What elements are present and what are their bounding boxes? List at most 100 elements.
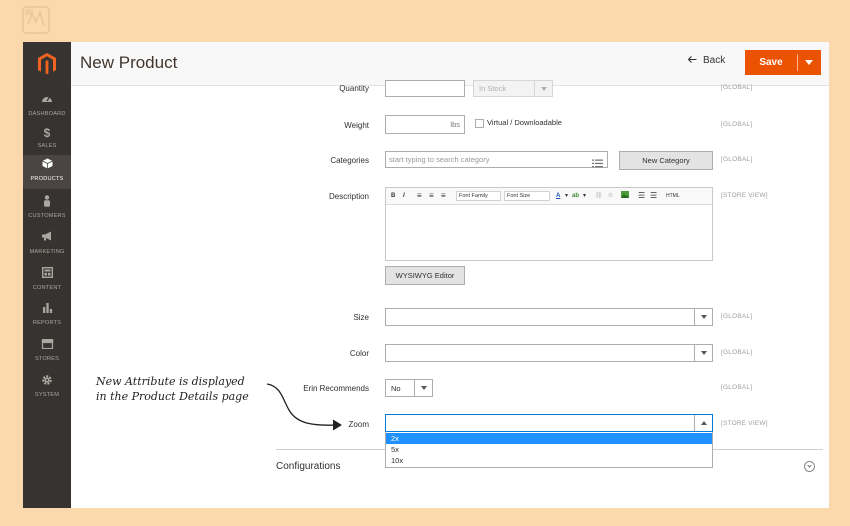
categories-label: Categories <box>330 156 369 165</box>
magento-logo-icon[interactable] <box>23 42 71 86</box>
align-left-icon[interactable]: ≡ <box>417 191 422 201</box>
sidebar-item-sales[interactable]: $ SALES <box>23 125 71 159</box>
unlink-icon[interactable]: ⊘ <box>608 191 613 201</box>
chevron-up-icon <box>694 415 712 431</box>
sidebar-item-label: CUSTOMERS <box>28 213 66 219</box>
arrow-left-icon <box>687 55 697 66</box>
scope-label: [STORE VIEW] <box>721 420 768 427</box>
bold-button[interactable]: B <box>391 191 395 201</box>
virtual-downloadable-checkbox[interactable] <box>475 119 484 128</box>
annotation-arrow-icon <box>265 380 355 439</box>
chevron-down-icon <box>414 380 432 396</box>
description-label: Description <box>328 192 369 201</box>
chevron-down-icon <box>534 81 552 96</box>
zoom-options-list: 2x 5x 10x <box>385 432 713 468</box>
gear-icon <box>23 374 71 391</box>
weight-input[interactable]: lbs <box>385 115 465 134</box>
person-icon <box>23 195 71 212</box>
chevron-down-icon <box>805 60 813 65</box>
dollar-icon: $ <box>43 126 51 140</box>
sidebar-item-label: SALES <box>37 143 57 149</box>
new-category-button[interactable]: New Category <box>619 151 713 170</box>
zoom-select-field[interactable] <box>385 414 713 432</box>
sidebar-item-label: REPORTS <box>32 320 62 326</box>
categories-placeholder: start typing to search category <box>389 155 490 164</box>
bar-chart-icon <box>23 302 71 319</box>
save-label: Save <box>759 57 783 68</box>
erin-recommends-value: No <box>391 384 401 393</box>
align-center-icon[interactable]: ≡ <box>429 191 434 201</box>
back-button[interactable]: Back <box>687 55 725 66</box>
quantity-input[interactable] <box>385 80 465 97</box>
chevron-down-icon: ▾ <box>583 193 587 199</box>
editor-toolbar: B I ≡ ≡ ≡ Font Family Font Size A ▾ ab ▾… <box>386 188 712 205</box>
page-title: New Product <box>80 53 178 72</box>
scope-label: [GLOBAL] <box>721 121 753 128</box>
sidebar-item-label: MARKETING <box>29 249 65 255</box>
categories-search-input[interactable]: start typing to search category <box>385 151 608 168</box>
numbered-list-icon[interactable]: ☰ <box>650 191 657 201</box>
font-size-select[interactable]: Font Size <box>504 191 550 201</box>
sidebar-item-label: CONTENT <box>32 285 62 291</box>
scope-label: [GLOBAL] <box>721 384 753 391</box>
cube-icon <box>23 158 71 175</box>
scope-label: [GLOBAL] <box>721 349 753 356</box>
size-label: Size <box>353 313 369 322</box>
zoom-option[interactable]: 10x <box>386 455 712 466</box>
list-icon <box>592 155 603 173</box>
size-select[interactable] <box>385 308 713 326</box>
weight-label: Weight <box>344 121 369 130</box>
megaphone-icon <box>23 231 71 248</box>
virtual-downloadable-label: Virtual / Downloadable <box>487 118 562 127</box>
color-label: Color <box>349 349 369 358</box>
store-icon <box>23 338 71 355</box>
weight-unit: lbs <box>450 120 460 129</box>
chevron-down-icon <box>694 309 712 325</box>
scope-label: [GLOBAL] <box>721 156 753 163</box>
color-select[interactable] <box>385 344 713 362</box>
align-right-icon[interactable]: ≡ <box>441 191 446 201</box>
zoom-option[interactable]: 5x <box>386 444 712 455</box>
font-family-select[interactable]: Font Family <box>456 191 501 201</box>
sidebar-item-customers[interactable]: CUSTOMERS <box>23 192 71 226</box>
zoom-option[interactable]: 2x <box>386 433 712 444</box>
zoom-select[interactable]: 2x 5x 10x <box>385 414 713 468</box>
sidebar-item-marketing[interactable]: MARKETING <box>23 228 71 262</box>
wysiwyg-editor-button[interactable]: WYSIWYG Editor <box>385 266 465 285</box>
configurations-section-title[interactable]: Configurations <box>276 461 340 472</box>
scope-label: [GLOBAL] <box>721 84 753 91</box>
link-icon[interactable]: ⛓ <box>595 191 603 201</box>
scope-label: [STORE VIEW] <box>721 192 768 199</box>
annotation-line: New Attribute is displayed <box>96 375 245 388</box>
site-logo-icon <box>22 6 50 34</box>
chevron-down-icon: ▾ <box>565 193 569 199</box>
sidebar-item-stores[interactable]: STORES <box>23 335 71 369</box>
layout-icon <box>23 267 71 284</box>
html-source-button[interactable]: HTML <box>666 191 680 201</box>
sidebar-item-content[interactable]: CONTENT <box>23 264 71 298</box>
sidebar-item-dashboard[interactable]: DASHBOARD <box>23 90 71 124</box>
stock-status-select[interactable]: In Stock <box>473 80 553 97</box>
image-icon[interactable] <box>621 191 629 201</box>
scope-label: [GLOBAL] <box>721 313 753 320</box>
sidebar: DASHBOARD $ SALES PRODUCTS CUSTOMERS MAR… <box>23 42 71 508</box>
erin-recommends-select[interactable]: No <box>385 379 433 397</box>
sidebar-item-label: SYSTEM <box>34 392 60 398</box>
admin-window: DASHBOARD $ SALES PRODUCTS CUSTOMERS MAR… <box>23 42 829 508</box>
sidebar-item-system[interactable]: SYSTEM <box>23 371 71 405</box>
save-options-toggle[interactable] <box>797 50 821 75</box>
save-button[interactable]: Save <box>745 50 821 75</box>
text-color-button[interactable]: A <box>556 191 560 201</box>
italic-button[interactable]: I <box>403 191 405 201</box>
quantity-label: Quantity <box>339 84 369 93</box>
sidebar-item-label: PRODUCTS <box>30 176 64 182</box>
sidebar-item-reports[interactable]: REPORTS <box>23 299 71 333</box>
annotation-callout: New Attribute is displayed in the Produc… <box>96 374 249 404</box>
bullet-list-icon[interactable]: ☰ <box>638 191 645 201</box>
sidebar-item-label: STORES <box>34 356 60 362</box>
description-editor[interactable]: B I ≡ ≡ ≡ Font Family Font Size A ▾ ab ▾… <box>385 187 713 261</box>
highlight-color-icon[interactable]: ab <box>572 191 579 201</box>
sidebar-item-products[interactable]: PRODUCTS <box>23 155 71 189</box>
chevron-down-icon[interactable] <box>804 461 815 472</box>
stock-status-value: In Stock <box>479 84 507 93</box>
